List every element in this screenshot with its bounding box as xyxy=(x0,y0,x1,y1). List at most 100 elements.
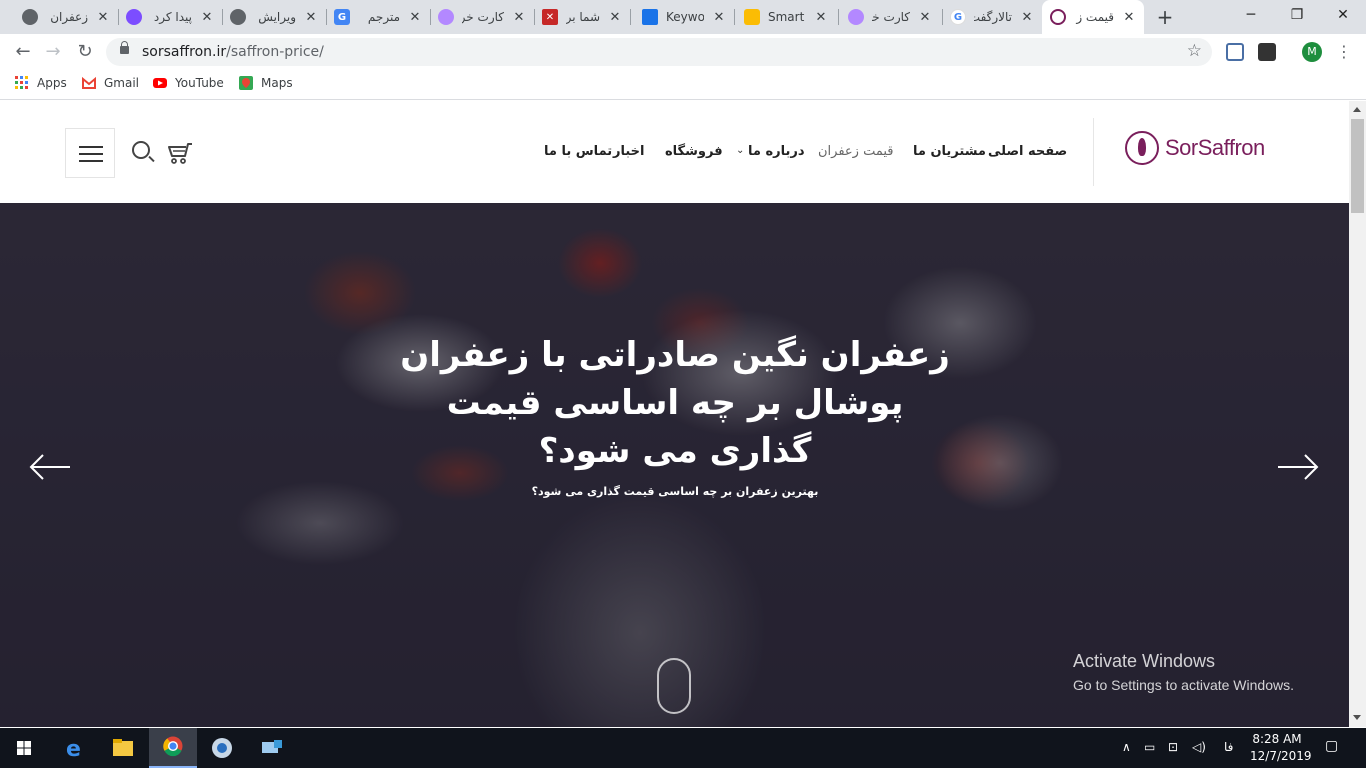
chrome-taskbar-icon[interactable] xyxy=(149,728,197,768)
back-arrow-icon[interactable]: ← xyxy=(10,39,36,65)
browser-tab[interactable]: ویرایش ✕ xyxy=(222,0,326,34)
extension-icon[interactable] xyxy=(1258,43,1276,61)
close-tab-icon[interactable]: ✕ xyxy=(200,10,214,25)
nav-customers[interactable]: مشتریان ما xyxy=(913,144,986,159)
search-icon[interactable] xyxy=(132,141,150,159)
browser-tab-active[interactable]: قیمت ز ✕ xyxy=(1042,0,1144,34)
tab-title: کارت خر xyxy=(462,10,504,24)
close-tab-icon[interactable]: ✕ xyxy=(814,10,828,25)
minimize-window-button[interactable]: ─ xyxy=(1228,0,1274,30)
scroll-up-arrow-icon[interactable] xyxy=(1353,107,1361,112)
browser-tab[interactable]: G تالارگفت ✕ xyxy=(942,0,1042,34)
browser-tab[interactable]: ✕ شما برا ✕ xyxy=(534,0,630,34)
show-hidden-icons-chevron[interactable]: ∧ xyxy=(1122,740,1131,754)
header-divider xyxy=(1093,118,1094,186)
chevron-down-icon[interactable]: ⌄ xyxy=(736,145,744,156)
saffron-flower-icon xyxy=(1125,131,1159,165)
bookmark-maps[interactable]: Maps xyxy=(239,76,293,90)
hero-title: زعفران نگین صادراتی با زعفران پوشال بر چ… xyxy=(400,335,950,471)
tab-title: قیمت ز xyxy=(1076,10,1114,24)
close-tab-icon[interactable]: ✕ xyxy=(408,10,422,25)
nav-news[interactable]: اخبار xyxy=(613,144,645,159)
close-tab-icon[interactable]: ✕ xyxy=(712,10,726,25)
keyword-planner-icon xyxy=(642,9,658,25)
close-tab-icon[interactable]: ✕ xyxy=(1122,10,1136,25)
hamburger-menu-button[interactable] xyxy=(65,128,115,178)
url-host: sorsaffron.ir xyxy=(142,44,227,60)
activate-windows-hint: Go to Settings to activate Windows. xyxy=(1073,677,1294,693)
battery-icon[interactable]: ▭ xyxy=(1144,740,1155,754)
scroll-down-indicator[interactable] xyxy=(657,658,691,714)
close-tab-icon[interactable]: ✕ xyxy=(918,10,932,25)
system-clock[interactable]: 8:28 AM 12/7/2019 xyxy=(1250,731,1312,765)
bookmark-gmail[interactable]: Gmail xyxy=(82,76,139,90)
nav-about[interactable]: درباره ما xyxy=(748,144,805,159)
gmail-icon xyxy=(82,76,96,89)
tab-title: کارت خر xyxy=(872,10,910,24)
slider-prev-arrow-icon[interactable] xyxy=(28,452,72,482)
address-bar[interactable]: sorsaffron.ir/saffron-price/ ☆ xyxy=(106,38,1212,66)
scrollbar-thumb[interactable] xyxy=(1351,119,1364,213)
site-logo[interactable]: SorSaffron xyxy=(1125,131,1265,165)
youtube-icon xyxy=(153,78,167,88)
edge-browser-icon[interactable]: e xyxy=(50,728,98,768)
page-scrollbar[interactable] xyxy=(1349,101,1366,727)
new-tab-button[interactable]: + xyxy=(1152,4,1178,30)
tab-title: ویرایش xyxy=(258,10,296,24)
slider-next-arrow-icon[interactable] xyxy=(1276,452,1320,482)
browser-tab[interactable]: G مترجم ✕ xyxy=(326,0,430,34)
site-header: SorSaffron صفحه اصلی مشتریان ما قیمت زعف… xyxy=(0,101,1349,203)
globe-icon xyxy=(22,9,38,25)
restore-window-button[interactable]: ❐ xyxy=(1274,0,1320,30)
profile-avatar[interactable]: M xyxy=(1302,42,1322,62)
maps-icon xyxy=(239,76,253,90)
reload-icon[interactable]: ↻ xyxy=(72,39,98,65)
browser-tab[interactable]: کارت خر ✕ xyxy=(430,0,534,34)
bookmark-label: YouTube xyxy=(175,76,224,90)
browser-tab[interactable]: زعفران ✕ xyxy=(14,0,118,34)
web-page: SorSaffron صفحه اصلی مشتریان ما قیمت زعف… xyxy=(0,101,1349,727)
globe-icon xyxy=(230,9,246,25)
browser-toolbar: ← → ↻ sorsaffron.ir/saffron-price/ ☆ M ⋮ xyxy=(0,34,1366,70)
close-tab-icon[interactable]: ✕ xyxy=(1020,10,1034,25)
windows-start-icon[interactable] xyxy=(0,728,48,768)
activate-windows-title: Activate Windows xyxy=(1073,651,1216,671)
close-window-button[interactable]: ✕ xyxy=(1320,0,1366,30)
scroll-down-arrow-icon[interactable] xyxy=(1353,715,1361,720)
network-app-icon[interactable] xyxy=(248,728,296,768)
bookmark-apps[interactable]: Apps xyxy=(15,76,67,90)
bookmark-label: Apps xyxy=(37,76,67,90)
hero-subtitle: بهترین زعفران بر چه اساسی قیمت گذاری می … xyxy=(531,485,819,498)
browser-tab[interactable]: پیدا کرد ✕ xyxy=(118,0,222,34)
close-tab-icon[interactable]: ✕ xyxy=(96,10,110,25)
nav-saffron-price[interactable]: قیمت زعفران xyxy=(818,144,894,159)
extension-icon[interactable] xyxy=(1226,43,1244,61)
tab-title: Keywor xyxy=(666,10,704,24)
tab-title: شما برا xyxy=(566,10,600,24)
browser-tab[interactable]: Smart ✕ xyxy=(736,0,836,34)
nav-shop[interactable]: فروشگاه xyxy=(665,144,723,159)
translate-icon: G xyxy=(334,9,350,25)
close-tab-icon[interactable]: ✕ xyxy=(512,10,526,25)
file-explorer-icon[interactable] xyxy=(99,728,147,768)
close-tab-icon[interactable]: ✕ xyxy=(608,10,622,25)
input-language[interactable]: فا xyxy=(1224,740,1233,754)
nav-home[interactable]: صفحه اصلی xyxy=(988,144,1067,159)
notifications-icon[interactable]: ▢ xyxy=(1325,738,1338,754)
hero-slider: زعفران نگین صادراتی با زعفران پوشال بر چ… xyxy=(0,203,1349,727)
media-player-icon[interactable] xyxy=(198,728,246,768)
volume-icon[interactable]: ◁) xyxy=(1192,740,1206,754)
forward-arrow-icon[interactable]: → xyxy=(40,39,66,65)
more-menu-icon[interactable]: ⋮ xyxy=(1336,42,1352,62)
nav-contact[interactable]: تماس با ما xyxy=(544,144,612,159)
browser-tab[interactable]: کارت خر ✕ xyxy=(840,0,940,34)
browser-tab[interactable]: Keywor ✕ xyxy=(634,0,734,34)
url-text[interactable]: sorsaffron.ir/saffron-price/ xyxy=(142,44,324,60)
bookmark-star-icon[interactable]: ☆ xyxy=(1187,41,1202,61)
site-icon xyxy=(848,9,864,25)
network-icon[interactable]: ⊡ xyxy=(1168,740,1178,754)
bookmark-youtube[interactable]: YouTube xyxy=(153,76,224,90)
shopping-cart-icon[interactable] xyxy=(166,141,194,165)
close-tab-icon[interactable]: ✕ xyxy=(304,10,318,25)
browser-tab-strip: زعفران ✕ پیدا کرد ✕ ویرایش ✕ G مترجم ✕ ک… xyxy=(0,0,1366,34)
